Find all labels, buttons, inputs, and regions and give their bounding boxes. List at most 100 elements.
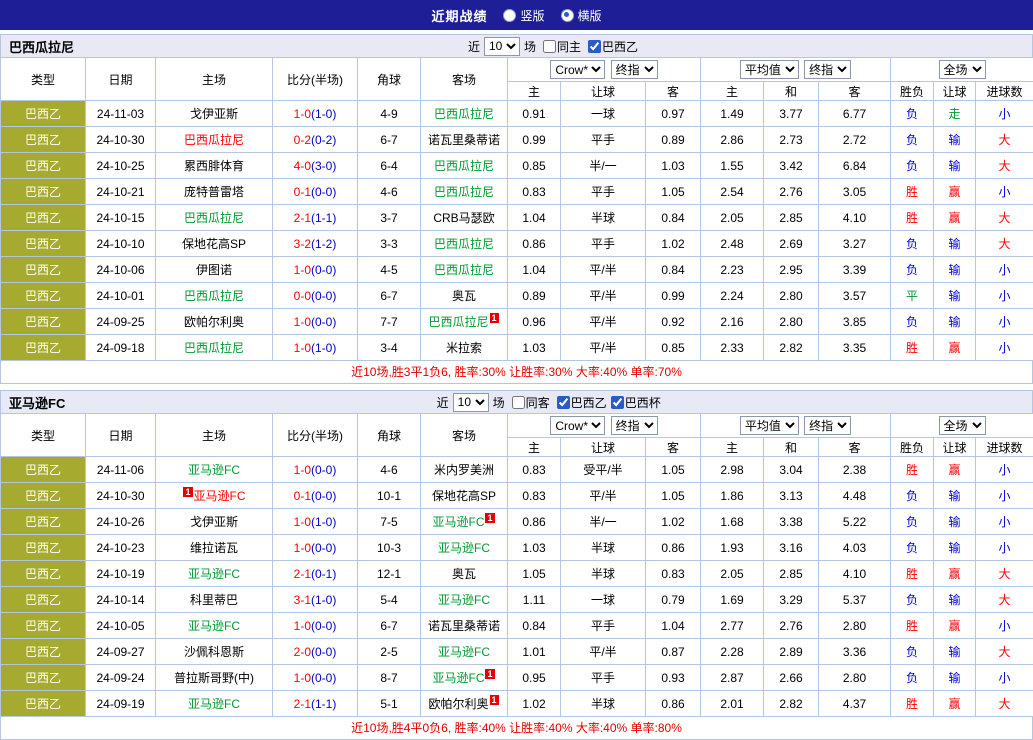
result-scope-select[interactable]: 全场 [939, 416, 986, 435]
asia-away-odds-cell: 1.05 [646, 483, 701, 509]
league-filter[interactable]: 巴西乙 [553, 394, 607, 411]
away-team-name: 亚马逊FC [432, 671, 484, 685]
euro-home-odds-cell: 1.69 [701, 587, 764, 613]
corners-cell: 4-5 [358, 257, 421, 283]
radio-horizontal-icon[interactable] [561, 9, 574, 22]
match-row: 巴西乙24-10-23维拉诺瓦1-0(0-0)10-3亚马逊FC1.03半球0.… [1, 535, 1033, 561]
asia-handicap-cell: 平/半 [561, 335, 646, 361]
asia-home-odds-cell: 0.91 [508, 101, 561, 127]
asia-odds-time-select[interactable]: 终指 [611, 60, 658, 79]
match-date-cell: 24-09-18 [86, 335, 156, 361]
col-header-away: 客场 [421, 58, 508, 101]
fulltime-score: 4-0 [294, 159, 311, 173]
league-checkbox[interactable] [588, 40, 601, 53]
home-team-name: 保地花高SP [182, 237, 246, 251]
layout-option-horizontal[interactable]: 横版 [561, 7, 602, 24]
score-cell: 1-0(1-0) [273, 335, 358, 361]
goals-result-cell: 大 [976, 561, 1033, 587]
handicap-result-cell: 输 [934, 283, 976, 309]
home-team-name: 累西腓体育 [184, 159, 244, 173]
away-team-cell: CRB马瑟欧 [421, 205, 508, 231]
asia-home-odds-cell: 0.83 [508, 483, 561, 509]
league-filter[interactable]: 巴西乙 [584, 38, 638, 55]
score-cell: 0-2(0-2) [273, 127, 358, 153]
halftime-score: (0-0) [311, 263, 336, 277]
same-venue-checkbox[interactable] [543, 40, 556, 53]
asia-odds-time-select[interactable]: 终指 [611, 416, 658, 435]
corners-cell: 3-3 [358, 231, 421, 257]
halftime-score: (1-0) [311, 341, 336, 355]
league-type-cell: 巴西乙 [1, 335, 86, 361]
layout-horizontal-label: 横版 [578, 7, 602, 24]
match-date-cell: 24-09-25 [86, 309, 156, 335]
away-team-cell: 欧帕尔利奥1 [421, 691, 508, 717]
away-team-name: 巴西瓜拉尼 [434, 237, 494, 251]
away-team-cell: 巴西瓜拉尼 [421, 257, 508, 283]
europe-odds-time-select[interactable]: 终指 [804, 416, 851, 435]
score-cell: 1-0(1-0) [273, 509, 358, 535]
home-team-name: 亚马逊FC [188, 463, 240, 477]
league-type-cell: 巴西乙 [1, 283, 86, 309]
corners-cell: 8-7 [358, 665, 421, 691]
goals-result-cell: 大 [976, 639, 1033, 665]
match-date-cell: 24-10-01 [86, 283, 156, 309]
match-row: 巴西乙24-11-06亚马逊FC1-0(0-0)4-6米内罗美洲0.83受平/半… [1, 457, 1033, 483]
same-venue-label: 同主 [557, 38, 581, 55]
average-select[interactable]: 平均值 [740, 60, 799, 79]
match-date-cell: 24-11-03 [86, 101, 156, 127]
euro-home-odds-cell: 2.86 [701, 127, 764, 153]
league-type-cell: 巴西乙 [1, 153, 86, 179]
match-count-select[interactable]: 10 [484, 37, 520, 56]
same-venue-checkbox[interactable] [512, 396, 525, 409]
bookmaker-select[interactable]: Crow* [550, 60, 605, 79]
recent-matches-table: 类型 日期 主场 比分(半场) 角球 客场 Crow* 终指 平均值 终指 [0, 413, 1033, 717]
match-date-cell: 24-09-19 [86, 691, 156, 717]
same-venue-filter[interactable]: 同主 [539, 38, 581, 55]
match-row: 巴西乙24-09-27沙佩科恩斯2-0(0-0)2-5亚马逊FC1.01平/半0… [1, 639, 1033, 665]
away-team-cell: 米拉索 [421, 335, 508, 361]
euro-away-odds-cell: 3.27 [819, 231, 891, 257]
radio-vertical-icon[interactable] [503, 9, 516, 22]
euro-away-odds-cell: 4.03 [819, 535, 891, 561]
league-checkbox[interactable] [611, 396, 624, 409]
corners-cell: 7-7 [358, 309, 421, 335]
league-filter[interactable]: 巴西杯 [607, 394, 661, 411]
away-team-name: 米内罗美洲 [434, 463, 494, 477]
asia-home-odds-cell: 0.86 [508, 509, 561, 535]
match-row: 巴西乙24-10-06伊图诺1-0(0-0)4-5巴西瓜拉尼1.04平/半0.8… [1, 257, 1033, 283]
euro-home-odds-cell: 2.98 [701, 457, 764, 483]
match-date-cell: 24-10-21 [86, 179, 156, 205]
asia-away-odds-cell: 0.86 [646, 691, 701, 717]
europe-odds-time-select[interactable]: 终指 [804, 60, 851, 79]
asia-away-odds-cell: 0.83 [646, 561, 701, 587]
match-count-select[interactable]: 10 [453, 393, 489, 412]
home-team-cell: 保地花高SP [156, 231, 273, 257]
home-team-cell: 巴西瓜拉尼 [156, 205, 273, 231]
layout-option-vertical[interactable]: 竖版 [503, 7, 544, 24]
col-header-asia-handicap: 让球 [561, 438, 646, 457]
league-type-cell: 巴西乙 [1, 509, 86, 535]
wdl-result-cell: 负 [891, 665, 934, 691]
halftime-score: (1-0) [311, 593, 336, 607]
fulltime-score: 3-2 [294, 237, 311, 251]
bookmaker-select[interactable]: Crow* [550, 416, 605, 435]
team-section: 巴西瓜拉尼 近 10 场 同主 巴西乙 类型 [0, 34, 1033, 384]
euro-draw-odds-cell: 2.66 [764, 665, 819, 691]
home-team-cell: 科里蒂巴 [156, 587, 273, 613]
corners-cell: 4-6 [358, 457, 421, 483]
wdl-result-cell: 负 [891, 309, 934, 335]
same-venue-filter[interactable]: 同客 [508, 394, 550, 411]
match-date-cell: 24-10-30 [86, 483, 156, 509]
home-team-name: 亚马逊FC [194, 489, 246, 503]
home-team-name: 巴西瓜拉尼 [184, 341, 244, 355]
league-filters: 巴西乙巴西杯 [553, 394, 661, 411]
euro-draw-odds-cell: 2.82 [764, 691, 819, 717]
average-select[interactable]: 平均值 [740, 416, 799, 435]
league-checkbox[interactable] [557, 396, 570, 409]
team-name: 巴西瓜拉尼 [1, 37, 74, 56]
home-team-cell: 欧帕尔利奥 [156, 309, 273, 335]
corners-cell: 12-1 [358, 561, 421, 587]
asia-odds-group-header: Crow* 终指 [508, 58, 701, 82]
euro-draw-odds-cell: 2.80 [764, 283, 819, 309]
result-scope-select[interactable]: 全场 [939, 60, 986, 79]
